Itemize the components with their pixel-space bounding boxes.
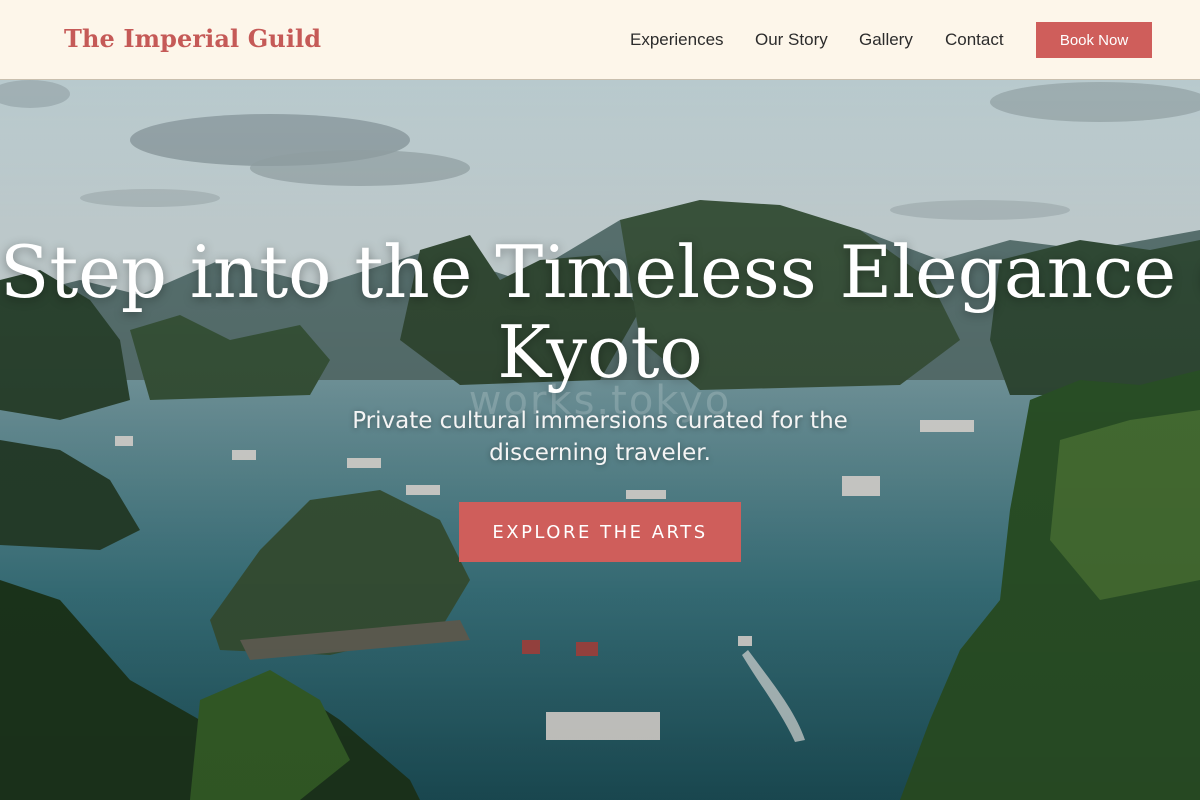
nav-link-experiences[interactable]: Experiences [630, 30, 724, 52]
nav-link-contact[interactable]: Contact [945, 30, 1004, 52]
site-header: The Imperial Guild Experiences Our Story… [0, 0, 1200, 80]
brand-logo[interactable]: The Imperial Guild [64, 24, 321, 53]
hero-section: Step into the Timeless Elegance of Kyoto… [0, 80, 1200, 800]
nav-link-gallery[interactable]: Gallery [859, 30, 913, 52]
explore-the-arts-button[interactable]: EXPLORE THE ARTS [459, 502, 741, 562]
book-now-button[interactable]: Book Now [1036, 22, 1152, 58]
hero-subtitle: Private cultural immersions curated for … [352, 408, 848, 466]
hero-title-line-1: Step into the Timeless Elegance of [0, 230, 1200, 314]
nav-link-our-story[interactable]: Our Story [755, 30, 828, 52]
hero-title: Step into the Timeless Elegance of Kyoto [0, 232, 1200, 392]
